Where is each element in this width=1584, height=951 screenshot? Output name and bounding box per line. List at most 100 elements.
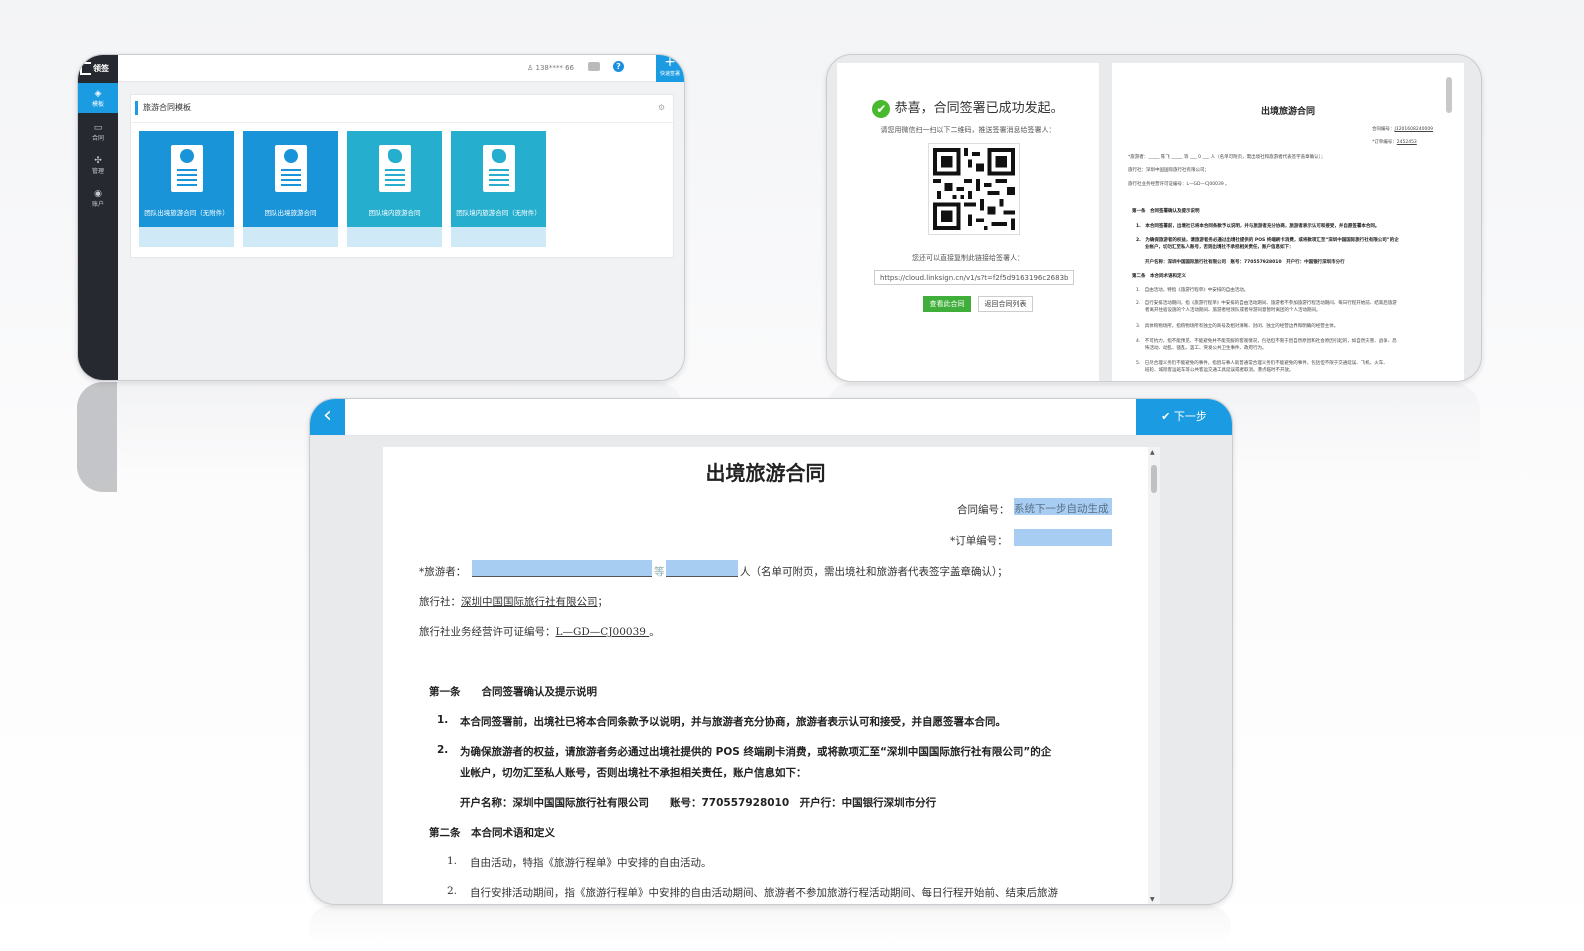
agency-line: 旅行社：深圳中国国际旅行社有限公司； [419, 596, 608, 608]
success-window: ✔ 恭喜，合同签署已成功发起。 请您用微信扫一扫以下二维码，推送签署消息给签署人… [826, 54, 1482, 382]
scroll-up-icon[interactable]: ▲ [1150, 449, 1155, 456]
sidebar-item-account[interactable]: ◉ 账户 [78, 183, 118, 213]
preview-license: 旅行社业务经营许可证编号：L—GD—CJ00039 。 [1128, 182, 1230, 187]
order-no-field[interactable] [1014, 529, 1112, 546]
account-info: 开户名称：深圳中国国际旅行社有限公司 账号：770557928010 开户行：中… [460, 797, 937, 809]
template-card[interactable]: 团队出境旅游合同（无附件） [139, 131, 234, 247]
settings-icon[interactable]: ⚙ [658, 103, 665, 112]
preview-line: 第二条 本合同术语和定义 [1132, 274, 1186, 279]
card-label: 团队出境旅游合同 [264, 209, 317, 217]
user-name[interactable]: ♙ 138**** 66 [527, 64, 574, 72]
folder-icon: ▭ [93, 122, 103, 133]
preview-line: 1. 本合同签署前，出境社已将本合同条款予以说明，并与旅游者充分协商，旅游者表示… [1136, 224, 1380, 229]
clause-number: 1. [447, 855, 458, 867]
license-line: 旅行社业务经营许可证编号：L—GD—CJ00039 。 [419, 626, 660, 638]
admin-window: 领签 ◈ 模板 ▭ 合同 ✣ 管理 ◉ 账户 ♙ 138**** 66 ? + 快速签署… [77, 54, 685, 381]
help-icon[interactable]: ? [613, 61, 624, 72]
scrollbar-thumb[interactable] [1151, 465, 1157, 493]
document-title: 出境旅游合同 [705, 461, 826, 485]
main-area: 旅游合同模板 ⚙ 团队出境旅游合同（无附件） 团队出境旅游合同 团队境内旅游合同 [118, 82, 684, 380]
preview-line: 5. 已尽合理义务仍不能避免的事件，指因与事人就普通常合理义务仍不能避免的事件，… [1136, 361, 1388, 366]
preview-agency: 旅行社：深圳中国国际旅行社有限公司； [1128, 168, 1209, 173]
clause-number: 1. [437, 714, 449, 726]
copy-hint: 您还可以直接复制此链接给签署人： [912, 254, 1024, 262]
sidebar-item-contracts[interactable]: ▭ 合同 [78, 117, 118, 147]
traveler-name-field[interactable] [472, 560, 652, 577]
success-title: ✔ 恭喜，合同签署已成功发起。 [837, 97, 1099, 118]
logo: 领签 [80, 59, 118, 77]
preview-line: 3. 具体购物场所，指购物场所有独立的商号及相对清晰、封闭、独立的经营边界和明确… [1136, 324, 1339, 329]
template-card[interactable]: 团队境内旅游合同（无附件） [451, 131, 546, 247]
back-button[interactable]: ‹ [310, 399, 345, 435]
template-card[interactable]: 团队出境旅游合同 [243, 131, 338, 247]
clause-text: 自行安排活动期间，指《旅游行程单》中安排的自由活动期间、旅游者不参加旅游行程活动… [470, 887, 1058, 899]
user-icon: ♙ [526, 64, 536, 72]
preview-line: 怖活动、动乱、骚乱、罢工、突发公共卫生事件、政府行为。 [1136, 346, 1267, 351]
preview-order-no: *订单编号：2452453 [1372, 140, 1417, 145]
clause-text: 自由活动，特指《旅游行程单》中安排的自由活动。 [470, 857, 712, 869]
preview-line: 4. 不可抗力，指不能预见、不能避免并不能克服的客观情况，包括但不限于因自然原因… [1136, 339, 1397, 344]
section-heading: 第二条 本合同术语和定义 [429, 827, 555, 839]
editor-window: ‹ ✔ 下一步 出境旅游合同 合同编号： 系统下一步自动生成 *订单编号： *旅… [309, 398, 1233, 905]
sidebar-item-manage[interactable]: ✣ 管理 [78, 150, 118, 180]
preview-line: 1. 自由活动，特指《旅游行程单》中安排的自由活动。 [1136, 288, 1249, 293]
card-label: 团队出境旅游合同（无附件） [144, 209, 229, 217]
back-to-list-button[interactable]: 返回合同列表 [978, 296, 1033, 312]
section-heading: 第一条 合同签署确认及提示说明 [429, 686, 597, 698]
account-icon: ◉ [94, 188, 102, 199]
qr-code-icon [933, 148, 1015, 230]
document-icon [379, 145, 411, 192]
quick-sign-button[interactable]: + 快速签署 [656, 55, 684, 83]
manage-icon: ✣ [94, 155, 102, 166]
next-step-button[interactable]: ✔ 下一步 [1136, 399, 1232, 435]
preview-line: 开户名称：深圳中国国际旅行社有限公司 账号：770557928010 开户行：中… [1136, 260, 1345, 265]
sidebar-item-templates[interactable]: ◈ 模板 [78, 83, 118, 113]
success-panel: ✔ 恭喜，合同签署已成功发起。 请您用微信扫一扫以下二维码，推送签署消息给签署人… [837, 63, 1099, 381]
preview-line: 2. 自行安排活动期间，指《旅游行程单》中安排的自由活动期间、旅游者不参加旅游行… [1136, 301, 1397, 306]
traveler-count-field[interactable] [666, 560, 738, 577]
template-card[interactable]: 团队境内旅游合同 [347, 131, 442, 247]
scrollbar[interactable] [1446, 77, 1452, 113]
traveler-mid: 等 [654, 566, 665, 578]
document-icon [275, 145, 307, 192]
preview-title: 出境旅游合同 [1260, 107, 1315, 117]
share-url-field[interactable]: https://cloud.linksign.cn/v1/s?t=f2f5d91… [874, 270, 1074, 285]
chevron-left-icon: ‹ [323, 403, 332, 428]
preview-line: 业帐户，切勿汇至私人账号，否则出境社不承担相关责任，账户信息如下： [1136, 245, 1294, 250]
contract-no-label: 合同编号： [957, 504, 1010, 516]
contract-preview: 出境旅游合同 合同编号：J1201608240009 *订单编号：2452453… [1112, 63, 1464, 381]
clause-text: 为确保旅游者的权益，请旅游者务必通过出境社提供的 POS 终端刷卡消费，或将款项… [460, 746, 1052, 758]
preview-traveler: *旅游者：_____ 陈飞 _____ 等 ___ 0 ___ 人（名单可附页，… [1128, 155, 1326, 160]
preview-line: 者离开住宿设施的个人活动期间、旅游者经领队或者导游同意暂时离团的个人活动期间。 [1136, 308, 1321, 313]
contract-no-value: 系统下一步自动生成 [1014, 503, 1109, 515]
card-label: 团队境内旅游合同 [368, 209, 421, 217]
contract-document: 出境旅游合同 合同编号： 系统下一步自动生成 *订单编号： *旅游者： 等 人（… [383, 447, 1148, 904]
scrollbar[interactable]: ▲ ▼ [1148, 447, 1160, 904]
plus-icon: + [664, 54, 676, 70]
card-label: 团队境内旅游合同（无附件） [456, 209, 541, 217]
preview-contract-no: 合同编号：J1201608240009 [1372, 127, 1434, 132]
template-panel: 旅游合同模板 ⚙ 团队出境旅游合同（无附件） 团队出境旅游合同 团队境内旅游合同 [130, 94, 674, 258]
message-icon[interactable] [588, 62, 600, 71]
traveler-suffix: 人（名单可附页，需出境社和旅游者代表签字盖章确认）； [740, 566, 1008, 578]
layers-icon: ◈ [94, 88, 102, 99]
traveler-label: *旅游者： [419, 566, 467, 578]
reflection [309, 905, 1231, 951]
document-icon [171, 145, 203, 192]
clause-text: 本合同签署前，出境社已将本合同条款予以说明，并与旅游者充分协商，旅游者表示认可和… [460, 716, 1006, 728]
preview-line: 2. 为确保旅游者的权益，请旅游者务必通过出境社提供的 POS 终端刷卡消费，或… [1136, 238, 1399, 243]
clause-text: 业帐户，切勿汇至私人账号，否则出境社不承担相关责任，账户信息如下： [460, 767, 807, 779]
preview-line: 班轮、城际客运班车等公共客运交通工具延误或者取消。港点临时不开放。 [1136, 368, 1294, 373]
clause-number: 2. [437, 744, 449, 756]
panel-title: 旅游合同模板 [135, 101, 191, 115]
clause-number: 2. [447, 885, 458, 897]
qr-code [928, 143, 1020, 235]
editor-toolbar: ‹ ✔ 下一步 [310, 399, 1232, 436]
scroll-down-icon[interactable]: ▼ [1150, 896, 1155, 903]
wechat-hint: 请您用微信扫一扫以下二维码，推送签署消息给签署人： [880, 126, 1056, 134]
order-no-label: *订单编号： [950, 535, 1008, 547]
view-contract-button[interactable]: 查看此合同 [923, 296, 971, 312]
sidebar: 领签 ◈ 模板 ▭ 合同 ✣ 管理 ◉ 账户 [78, 55, 118, 380]
preview-line: 第一条 合同签署确认及提示说明 [1132, 209, 1200, 214]
check-icon: ✔ [872, 99, 891, 118]
